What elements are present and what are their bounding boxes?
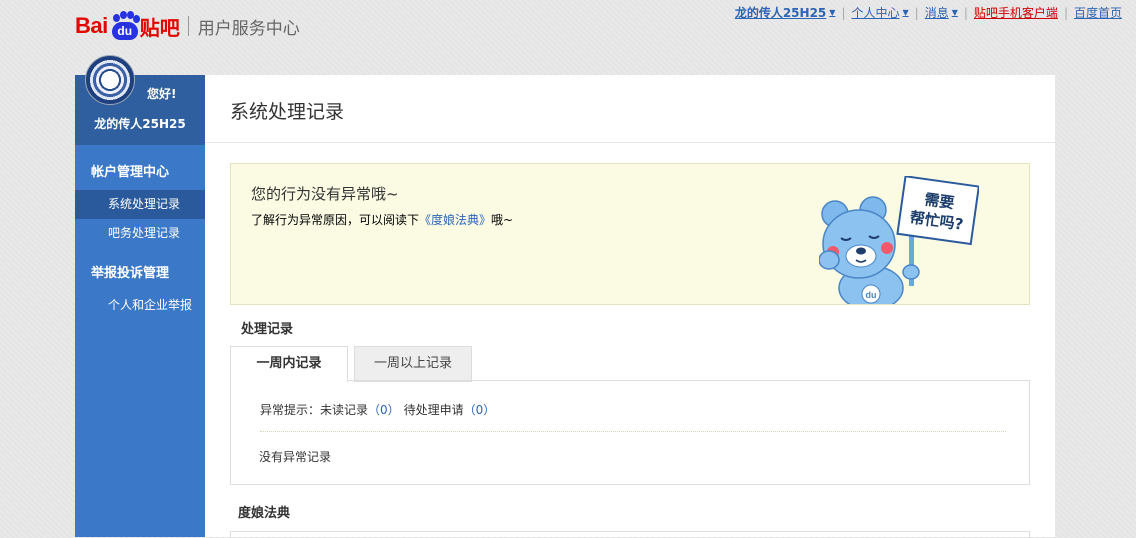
sidebar-item-system-records[interactable]: 系统处理记录 [75,190,205,219]
topnav-personal-center[interactable]: 个人中心 ▼ [851,4,908,21]
sidebar-group-account: 帐户管理中心 [91,165,170,180]
help-bear-illustration: du 需要 帮忙吗? [819,176,979,304]
topnav-messages-label: 消息 [924,6,949,20]
sidebar-item-personal-report[interactable]: 个人和企业举报 [75,291,205,320]
logo-bai-text: Bai [75,13,108,38]
pending-label: 待处理申请 [403,403,464,417]
topnav-messages[interactable]: 消息 ▼ [925,4,958,21]
chevron-down-icon: ▼ [902,8,909,17]
avatar[interactable] [85,55,135,105]
main-panel: 系统处理记录 您的行为没有异常哦~ 了解行为异常原因，可以阅读下《度娘法典》哦~ [205,75,1055,538]
sidebar-group-report: 举报投诉管理 [91,266,170,281]
logo-du-text: du [111,22,138,40]
chevron-down-icon: ▼ [829,8,836,17]
sidebar: 您好! 龙的传人25H25 帐户管理中心 系统处理记录 吧务处理记录 举报投诉管… [75,55,205,537]
logo-subtitle: 用户服务中心 [197,18,300,39]
notice-box: 您的行为没有异常哦~ 了解行为异常原因，可以阅读下《度娘法典》哦~ du 需要 … [230,163,1030,305]
law-link[interactable]: 《度娘法典》 [419,213,491,227]
notice-text: 了解行为异常原因，可以阅读下《度娘法典》哦~ [251,211,513,228]
topnav-username-label: 龙的传人25H25 [734,6,827,20]
sidebar-username[interactable]: 龙的传人25H25 [75,115,205,132]
title-divider [205,142,1055,143]
topnav-separator: | [1063,5,1068,20]
pending-count-link[interactable]: （0） [464,401,496,418]
logo-divider [187,16,189,36]
records-section-title: 处理记录 [241,322,294,337]
top-nav: 龙的传人25H25 ▼ | 个人中心 ▼ | 消息 ▼ | 贴吧手机客户端 | … [735,4,1122,21]
topnav-separator: | [914,5,919,20]
empty-records-text: 没有异常记录 [259,450,332,464]
topnav-separator: | [963,5,968,20]
paw-icon: du [109,11,140,41]
user-profile: 您好! 龙的传人25H25 [75,55,205,145]
topnav-mobile-client-link[interactable]: 贴吧手机客户端 [974,4,1058,21]
records-panel: 异常提示：未读记录 （0） 待处理申请 （0） 没有异常记录 [230,380,1030,485]
unread-count-link[interactable]: （0） [368,401,400,418]
sidebar-menu: 帐户管理中心 系统处理记录 吧务处理记录 举报投诉管理 个人和企业举报 [75,145,205,320]
status-prefix: 异常提示：未读记录 [260,403,369,417]
topnav-baidu-home-link[interactable]: 百度首页 [1074,4,1122,21]
tab-over-week[interactable]: 一周以上记录 [354,346,472,382]
greeting: 您好! [147,87,177,101]
logo-tieba-text: 贴吧 [139,15,180,40]
svg-text:du: du [866,290,877,300]
baidu-tieba-logo[interactable]: Bai du 贴吧 用户服务中心 [75,6,300,46]
topnav-username[interactable]: 龙的传人25H25 ▼ [735,4,836,21]
tab-within-week[interactable]: 一周内记录 [230,346,348,382]
records-status: 异常提示：未读记录 （0） 待处理申请 （0） [260,401,495,418]
notice-text-prefix: 了解行为异常原因，可以阅读下 [251,213,420,227]
page-title: 系统处理记录 [230,101,345,123]
notice-text-suffix: 哦~ [491,213,514,227]
records-divider [260,431,1006,432]
law-section-title: 度娘法典 [238,506,291,521]
sidebar-item-bar-records[interactable]: 吧务处理记录 [75,219,205,248]
topnav-personal-center-label: 个人中心 [851,6,900,20]
notice-heading: 您的行为没有异常哦~ [251,185,399,203]
topnav-separator: | [841,5,846,20]
chevron-down-icon: ▼ [951,8,958,17]
